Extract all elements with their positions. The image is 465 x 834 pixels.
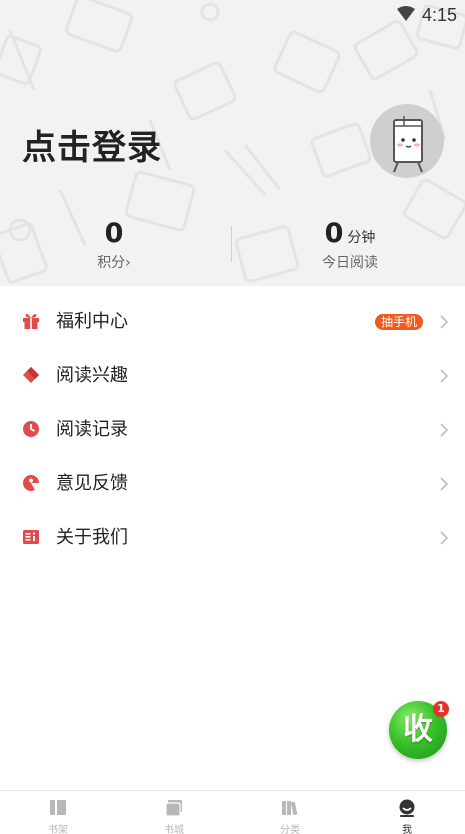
menu-item-reading-history[interactable]: 阅读记录 xyxy=(0,403,465,457)
menu-item-welfare-center[interactable]: 福利中心 抽手机 xyxy=(0,295,465,349)
avatar[interactable] xyxy=(370,104,444,178)
chevron-right-icon xyxy=(440,315,449,329)
notification-count-badge: 1 xyxy=(433,701,449,717)
gift-icon xyxy=(23,314,39,329)
nav-label: 书城 xyxy=(164,825,184,834)
reading-today-value: 0 xyxy=(324,218,344,249)
reading-today-label: 今日阅读 xyxy=(322,255,378,271)
nav-tab-bookshelf[interactable]: 书架 xyxy=(0,791,116,834)
menu-item-reading-interest[interactable]: 阅读兴趣 xyxy=(0,349,465,403)
menu-item-label: 阅读兴趣 xyxy=(56,365,128,386)
nav-tab-bookstore[interactable]: 书城 xyxy=(116,791,232,834)
menu-item-about-us[interactable]: 关于我们 xyxy=(0,511,465,565)
points-stat[interactable]: 0 积分› xyxy=(14,216,214,272)
lottery-badge: 抽手机 xyxy=(375,314,424,330)
chevron-right-icon xyxy=(440,423,449,437)
menu-item-label: 福利中心 xyxy=(56,311,128,332)
profile-icon xyxy=(399,799,415,817)
nav-label: 我 xyxy=(402,825,412,834)
reading-today-stat[interactable]: 0 分钟 今日阅读 xyxy=(250,216,450,272)
chevron-right-icon xyxy=(440,369,449,383)
points-label: 积分› xyxy=(97,255,131,271)
stat-divider xyxy=(231,226,232,262)
nav-label: 分类 xyxy=(280,825,300,834)
profile-header: 4:15 点击登录 0 积分› 0 分钟 今日阅读 xyxy=(0,0,465,286)
category-icon xyxy=(282,801,298,816)
nav-label: 书架 xyxy=(48,825,68,834)
menu-item-label: 阅读记录 xyxy=(56,419,128,440)
status-bar: 4:15 xyxy=(0,0,465,30)
chevron-right-icon xyxy=(440,477,449,491)
login-button[interactable]: 点击登录 xyxy=(22,120,162,169)
wifi-icon xyxy=(397,6,415,21)
status-time: 4:15 xyxy=(421,5,457,25)
bookshelf-icon xyxy=(50,800,66,815)
info-icon xyxy=(23,530,39,544)
bookstore-icon xyxy=(165,800,182,817)
nav-tab-category[interactable]: 分类 xyxy=(232,791,348,834)
chevron-right-icon xyxy=(440,531,449,545)
default-avatar-icon xyxy=(393,116,423,173)
points-value: 0 xyxy=(104,218,124,249)
menu-item-label: 意见反馈 xyxy=(56,473,128,494)
bottom-navigation: 书架 书城 分类 我 xyxy=(0,790,465,834)
heart-tag-icon xyxy=(23,367,39,383)
reading-today-unit: 分钟 xyxy=(347,230,376,246)
menu-item-label: 关于我们 xyxy=(56,527,128,548)
feedback-icon xyxy=(23,475,40,491)
clock-icon xyxy=(23,421,39,437)
menu-item-feedback[interactable]: 意见反馈 xyxy=(0,457,465,511)
profile-screen: 4:15 点击登录 0 积分› 0 分钟 今日阅读 福利中心 抽手机 阅读兴趣 … xyxy=(0,0,465,834)
nav-tab-me[interactable]: 我 xyxy=(349,791,465,834)
settings-menu: 福利中心 抽手机 阅读兴趣 阅读记录 意见反馈 关于我们 xyxy=(0,295,465,565)
